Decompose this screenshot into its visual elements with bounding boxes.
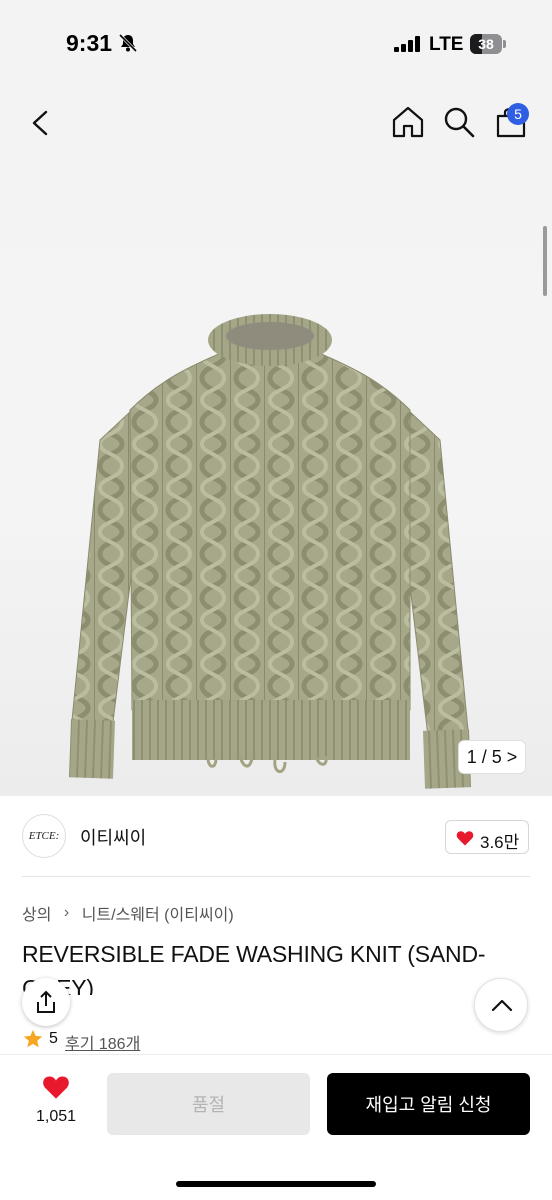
- network-label: LTE: [429, 34, 464, 55]
- product-image-gallery[interactable]: [0, 90, 552, 796]
- chevron-up-icon: [491, 999, 513, 1012]
- seller-name[interactable]: 이티씨이: [80, 824, 146, 850]
- restock-alert-button[interactable]: 재입고 알림 신청: [327, 1073, 530, 1135]
- breadcrumb-root[interactable]: 상의: [22, 901, 51, 925]
- search-button[interactable]: [442, 104, 476, 140]
- brand-like-count: 3.6만: [480, 833, 520, 852]
- sweater-image: [69, 314, 471, 789]
- bell-slash-icon: [118, 33, 138, 53]
- chevron-right-icon: ›: [63, 904, 70, 921]
- scroll-to-top-button[interactable]: [474, 978, 528, 1032]
- rating-score: 5: [49, 1030, 58, 1047]
- wishlist-button[interactable]: 1,051: [28, 1070, 84, 1134]
- seller-logo[interactable]: ETCE:: [22, 814, 66, 858]
- heart-icon: [43, 1076, 69, 1099]
- review-count-link[interactable]: 후기 186개: [65, 1030, 140, 1054]
- breadcrumb: 상의 › 니트/스웨터 (이티씨이): [22, 901, 234, 925]
- seller-row[interactable]: ETCE: 이티씨이 3.6만: [0, 796, 552, 876]
- share-button[interactable]: [22, 978, 70, 1026]
- brand-like-button[interactable]: 3.6만: [445, 820, 529, 854]
- cart-count-badge: 5: [507, 103, 529, 125]
- status-time: 9:31: [66, 30, 113, 56]
- divider: [22, 876, 530, 877]
- product-title: REVERSIBLE FADE WASHING KNIT (SAND-GREY): [22, 941, 486, 995]
- home-button[interactable]: [390, 104, 426, 140]
- sold-out-button[interactable]: 품절: [107, 1073, 310, 1135]
- breadcrumb-category[interactable]: 니트/스웨터 (이티씨이): [82, 901, 234, 925]
- wishlist-count: 1,051: [35, 1108, 77, 1125]
- signal-icon: [394, 36, 420, 52]
- status-bar: 9:31 LTE 38: [0, 0, 552, 90]
- star-icon: [23, 1029, 43, 1048]
- home-indicator: [176, 1181, 376, 1187]
- scroll-indicator: [543, 226, 547, 296]
- battery-level: 38: [478, 36, 494, 52]
- share-icon: [37, 990, 55, 1013]
- battery-icon: 38: [470, 34, 506, 54]
- image-counter[interactable]: 1 / 5 >: [458, 740, 526, 774]
- heart-icon: [456, 831, 474, 846]
- back-button[interactable]: [24, 106, 56, 140]
